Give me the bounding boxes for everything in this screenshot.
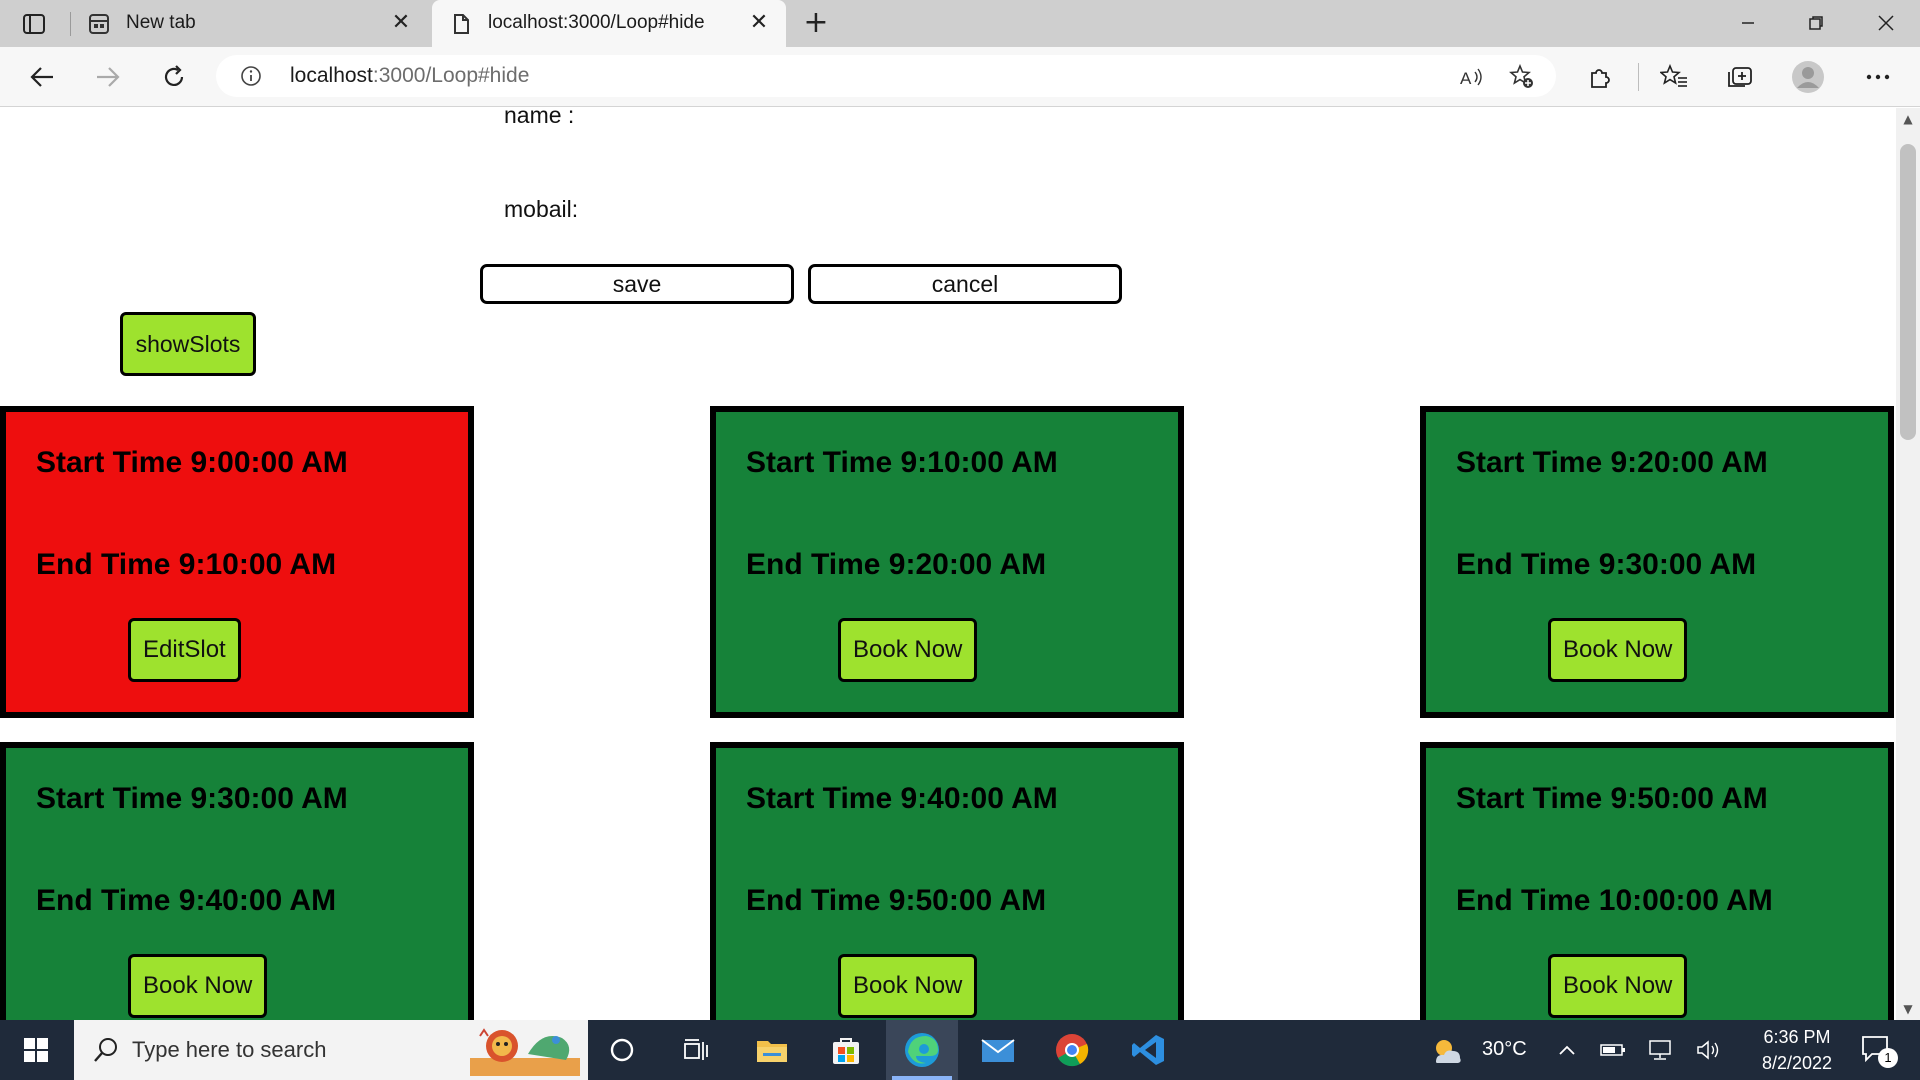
save-button[interactable]: save — [480, 264, 794, 304]
slot-card: Start Time 9:20:00 AM End Time 9:30:00 A… — [1420, 406, 1894, 718]
page-viewport: name : mobail: save cancel showSlots Sta… — [0, 108, 1896, 1020]
address-bar[interactable]: localhost:3000/Loop#hide A — [216, 55, 1556, 97]
forward-arrow-icon[interactable] — [90, 59, 126, 95]
slot-start-time: Start Time 9:30:00 AM — [36, 782, 348, 815]
slot-start-time: Start Time 9:20:00 AM — [1456, 446, 1768, 479]
svg-text:A: A — [1460, 69, 1472, 88]
slot-card: Start Time 9:30:00 AM End Time 9:40:00 A… — [0, 742, 474, 1020]
search-icon — [92, 1036, 120, 1064]
info-icon[interactable] — [240, 65, 262, 87]
favorites-icon[interactable] — [1656, 59, 1692, 95]
add-favorite-icon[interactable] — [1508, 63, 1536, 91]
tab-title: localhost:3000/Loop#hide — [488, 12, 705, 33]
scroll-down-arrow-icon[interactable]: ▼ — [1896, 998, 1920, 1020]
scroll-up-arrow-icon[interactable]: ▲ — [1896, 108, 1920, 130]
book-now-button[interactable]: Book Now — [838, 618, 978, 682]
edge-browser-icon[interactable] — [886, 1020, 958, 1080]
tab-new-tab[interactable]: New tab ✕ — [70, 0, 428, 47]
extensions-icon[interactable] — [1582, 59, 1618, 95]
slot-end-time: End Time 10:00:00 AM — [1456, 884, 1773, 917]
cortana-icon[interactable] — [598, 1026, 646, 1074]
clock[interactable]: 6:36 PM 8/2/2022 — [1742, 1024, 1852, 1076]
slot-start-time: Start Time 9:50:00 AM — [1456, 782, 1768, 815]
slot-card: Start Time 9:00:00 AM End Time 9:10:00 A… — [0, 406, 474, 718]
read-aloud-icon[interactable]: A — [1458, 63, 1486, 91]
show-slots-button[interactable]: showSlots — [120, 312, 256, 376]
url-host: localhost — [290, 64, 373, 87]
slot-end-time: End Time 9:50:00 AM — [746, 884, 1047, 917]
chrome-icon[interactable] — [1048, 1026, 1096, 1074]
taskbar: Type here to search 30°C 6:36 PM 8/2/202… — [0, 1020, 1920, 1080]
temperature-text: 30°C — [1482, 1038, 1527, 1060]
clock-time: 6:36 PM — [1763, 1027, 1831, 1047]
book-now-button[interactable]: Book Now — [1548, 954, 1688, 1018]
vscode-icon[interactable] — [1124, 1026, 1172, 1074]
new-tab-plus-icon[interactable]: + — [800, 8, 832, 40]
avatar[interactable] — [1790, 59, 1826, 95]
collections-icon[interactable] — [1722, 59, 1758, 95]
tab-divider — [70, 12, 71, 36]
tab-bar: New tab ✕ localhost:3000/Loop#hide ✕ + — [0, 0, 1920, 47]
cancel-button[interactable]: cancel — [808, 264, 1122, 304]
active-app-indicator — [892, 1076, 952, 1080]
notifications-icon[interactable]: 1 — [1860, 1034, 1898, 1068]
weather-icon[interactable] — [1430, 1034, 1464, 1068]
taskbar-search-box[interactable]: Type here to search — [74, 1020, 588, 1080]
navigation-bar: localhost:3000/Loop#hide A — [0, 47, 1920, 107]
new-tab-page-icon — [88, 13, 110, 35]
tab-title: New tab — [126, 12, 196, 33]
tab-actions-icon[interactable] — [18, 10, 50, 38]
chevron-up-icon[interactable] — [1552, 1036, 1582, 1064]
slot-start-time: Start Time 9:10:00 AM — [746, 446, 1058, 479]
refresh-icon[interactable] — [156, 59, 192, 95]
url-path: :3000/Loop#hide — [372, 64, 530, 87]
slot-card: Start Time 9:50:00 AM End Time 10:00:00 … — [1420, 742, 1894, 1020]
slot-end-time: End Time 9:40:00 AM — [36, 884, 337, 917]
close-icon[interactable]: ✕ — [390, 12, 412, 34]
more-options-icon[interactable] — [1860, 59, 1896, 95]
battery-icon[interactable] — [1598, 1036, 1628, 1064]
name-label: name : — [504, 108, 575, 128]
tab-localhost[interactable]: localhost:3000/Loop#hide ✕ — [432, 0, 786, 47]
page-icon — [450, 13, 472, 35]
slot-card: Start Time 9:10:00 AM End Time 9:20:00 A… — [710, 406, 1184, 718]
restore-icon[interactable] — [1796, 8, 1836, 38]
notification-count-badge: 1 — [1878, 1048, 1898, 1068]
slot-start-time: Start Time 9:40:00 AM — [746, 782, 1058, 815]
mobile-label: mobail: — [504, 196, 579, 222]
slot-start-time: Start Time 9:00:00 AM — [36, 446, 348, 479]
book-now-button[interactable]: Book Now — [128, 954, 268, 1018]
file-explorer-icon[interactable] — [748, 1026, 796, 1074]
edit-slot-button[interactable]: EditSlot — [128, 618, 241, 682]
search-placeholder: Type here to search — [132, 1037, 327, 1062]
slot-card: Start Time 9:40:00 AM End Time 9:50:00 A… — [710, 742, 1184, 1020]
slot-end-time: End Time 9:20:00 AM — [746, 548, 1047, 581]
vertical-scrollbar[interactable]: ▲ ▼ — [1896, 108, 1920, 1020]
close-icon[interactable]: ✕ — [748, 12, 770, 34]
microsoft-store-icon[interactable] — [822, 1026, 870, 1074]
clock-date: 8/2/2022 — [1761, 1053, 1833, 1073]
book-now-button[interactable]: Book Now — [1548, 618, 1688, 682]
slot-end-time: End Time 9:10:00 AM — [36, 548, 337, 581]
slot-end-time: End Time 9:30:00 AM — [1456, 548, 1757, 581]
url-text[interactable]: localhost:3000/Loop#hide — [290, 64, 529, 88]
task-view-icon[interactable] — [672, 1026, 720, 1074]
volume-icon[interactable] — [1694, 1036, 1724, 1064]
minimize-icon[interactable] — [1728, 8, 1768, 38]
search-highlight-illustration-icon — [470, 1024, 580, 1076]
windows-start-icon[interactable] — [0, 1020, 72, 1080]
scrollbar-thumb[interactable] — [1900, 144, 1916, 440]
network-icon[interactable] — [1646, 1036, 1676, 1064]
back-arrow-icon[interactable] — [24, 59, 60, 95]
toolbar-divider — [1638, 63, 1639, 91]
mail-icon[interactable] — [974, 1026, 1022, 1074]
book-now-button[interactable]: Book Now — [838, 954, 978, 1018]
window-close-icon[interactable] — [1866, 8, 1906, 38]
